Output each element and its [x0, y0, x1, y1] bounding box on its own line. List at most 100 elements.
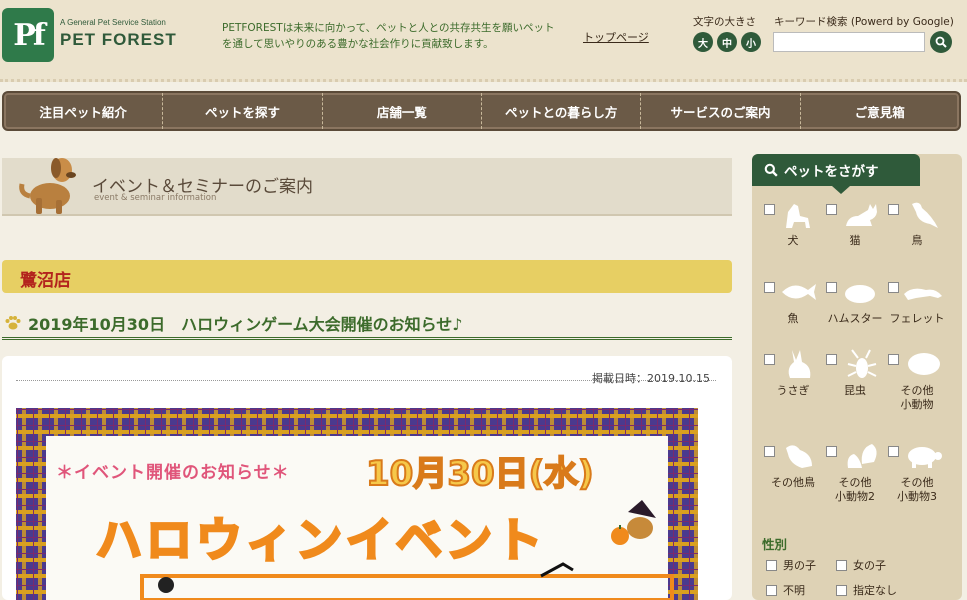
gender-option-male[interactable]: 男の子	[766, 557, 816, 573]
article-title-row: 2019年10月30日 ハロウィンゲーム大会開催のお知らせ♪	[2, 310, 732, 340]
pet-checkbox[interactable]	[764, 446, 775, 457]
pet-checkbox[interactable]	[888, 204, 899, 215]
search-input[interactable]	[773, 32, 925, 52]
pet-label: 昆虫	[844, 384, 866, 397]
pet-checkbox[interactable]	[826, 446, 837, 457]
pet-checkbox[interactable]	[764, 282, 775, 293]
bird-icon	[912, 202, 938, 228]
gender-checkbox[interactable]	[766, 584, 777, 596]
article-card: 掲載日時：2019.10.15 ＊イベント開催のお知らせ＊ 10月30日(水) …	[2, 356, 732, 600]
pet-label: ハムスター	[827, 312, 883, 325]
pet-option-bird[interactable]: 鳥	[884, 198, 950, 268]
flyer-notice-text: ＊イベント開催のお知らせ＊	[56, 463, 290, 483]
nav-item-find-pets[interactable]: ペットを探す	[163, 93, 323, 129]
pet-label: うさぎ	[776, 384, 810, 397]
pet-checkbox[interactable]	[826, 282, 837, 293]
pet-checkbox[interactable]	[888, 446, 899, 457]
font-size-small-button[interactable]: 小	[741, 32, 761, 52]
fish-icon	[782, 284, 816, 300]
search-button[interactable]	[930, 31, 952, 53]
pet-checkbox[interactable]	[888, 354, 899, 365]
pet-search-tab: ペットをさがす	[752, 154, 920, 194]
search-icon	[764, 163, 778, 177]
pet-checkbox[interactable]	[764, 204, 775, 215]
pet-option-fish[interactable]: 魚	[760, 276, 826, 346]
pet-label: その他鳥	[771, 476, 815, 489]
pet-label: その他 小動物2	[835, 476, 875, 503]
nav-item-feedback[interactable]: ご意見箱	[801, 93, 959, 129]
pet-checkbox[interactable]	[888, 282, 899, 293]
logo-tagline: A General Pet Service Station	[60, 18, 166, 27]
ferret-icon	[904, 288, 942, 300]
gender-label: 女の子	[853, 559, 886, 572]
nav-item-living-with-pets[interactable]: ペットとの暮らし方	[482, 93, 642, 129]
cat-icon	[846, 204, 877, 226]
nav-item-featured-pets[interactable]: 注目ペット紹介	[4, 93, 164, 129]
article-title: 2019年10月30日 ハロウィンゲーム大会開催のお知らせ♪	[28, 315, 463, 334]
search-icon	[935, 36, 947, 48]
turtle-icon	[908, 447, 942, 468]
gender-label: 男の子	[783, 559, 816, 572]
store-band: 鷺沼店	[2, 260, 732, 293]
logo-mark[interactable]: Pf	[2, 8, 54, 62]
store-name: 鷺沼店	[20, 271, 71, 291]
small-animal-icon	[908, 353, 940, 375]
pet-option-cat[interactable]: 猫	[822, 198, 888, 268]
site-header: Pf A General Pet Service Station PET FOR…	[0, 0, 967, 82]
gender-checkbox[interactable]	[836, 584, 847, 596]
pet-checkbox[interactable]	[764, 354, 775, 365]
page-subtitle: event & seminar information	[94, 193, 217, 203]
gender-option-unknown[interactable]: 不明	[766, 582, 805, 598]
pet-label: 猫	[849, 234, 861, 247]
pet-option-other-bird[interactable]: その他鳥	[760, 440, 826, 510]
insect-icon	[847, 349, 877, 378]
pet-search-tab-label: ペットをさがす	[784, 164, 879, 180]
gender-checkbox[interactable]	[766, 559, 777, 571]
nav-item-stores[interactable]: 店舗一覧	[323, 93, 482, 129]
top-page-link[interactable]: トップページ	[583, 29, 649, 45]
squirrel-icon	[847, 444, 877, 468]
site-tagline: PETFORESTは未来に向かって、ペットと人との共存共生を願いペットを通して思…	[222, 22, 555, 50]
pet-checkbox[interactable]	[826, 354, 837, 365]
event-flyer-image: ＊イベント開催のお知らせ＊ 10月30日(水) ハロウィンイベント	[16, 408, 698, 600]
pet-option-ferret[interactable]: フェレット	[884, 276, 950, 346]
gender-label: 指定なし	[853, 584, 897, 597]
gender-checkbox[interactable]	[836, 559, 847, 571]
font-size-large-button[interactable]: 大	[693, 32, 713, 52]
pet-option-other-small-animal[interactable]: その他 小動物	[884, 348, 950, 418]
pet-label: 犬	[787, 234, 799, 247]
main-nav: 注目ペット紹介 ペットを探す 店舗一覧 ペットとの暮らし方 サービスのご案内 ご…	[2, 91, 961, 131]
pet-option-insect[interactable]: 昆虫	[822, 348, 888, 418]
pet-search-sidebar: ペットをさがす 犬 猫 鳥 魚 ハムスター フェレット うさぎ 昆虫 その他 小…	[752, 154, 962, 600]
pet-checkbox[interactable]	[826, 204, 837, 215]
pet-option-dog[interactable]: 犬	[760, 198, 826, 268]
logo-name[interactable]: PET FOREST	[60, 30, 177, 50]
other-bird-icon	[786, 445, 812, 468]
pet-option-other-small-animal-2[interactable]: その他 小動物2	[822, 440, 888, 510]
gender-option-female[interactable]: 女の子	[836, 557, 886, 573]
paw-icon	[5, 316, 21, 330]
nav-item-services[interactable]: サービスのご案内	[641, 93, 801, 129]
pet-label: 魚	[787, 312, 799, 325]
page-heading: イベント＆セミナーのご案内 event & seminar informatio…	[2, 158, 732, 216]
pet-label: フェレット	[889, 312, 945, 325]
posted-date: 掲載日時：2019.10.15	[592, 372, 710, 385]
gender-option-any[interactable]: 指定なし	[836, 582, 897, 598]
flyer-date-text: 10月30日(水)	[365, 453, 595, 495]
pet-option-other-small-animal-3[interactable]: その他 小動物3	[884, 440, 950, 510]
font-size-label: 文字の大きさ	[693, 16, 756, 28]
dog-illustration-icon	[19, 158, 76, 214]
pet-label: その他 小動物3	[897, 476, 937, 503]
pet-label: その他 小動物	[900, 384, 934, 411]
pet-option-hamster[interactable]: ハムスター	[822, 276, 888, 346]
hamster-icon	[845, 285, 875, 303]
pet-option-rabbit[interactable]: うさぎ	[760, 348, 826, 418]
font-size-medium-button[interactable]: 中	[717, 32, 737, 52]
rabbit-icon	[788, 350, 811, 378]
flyer-headline-text: ハロウィンイベント	[95, 512, 546, 569]
gender-section-title: 性別	[762, 537, 788, 552]
dog-icon	[786, 204, 810, 228]
search-label: キーワード検索 (Powerd by Google)	[774, 16, 954, 28]
pet-label: 鳥	[911, 234, 923, 247]
gender-label: 不明	[783, 584, 805, 597]
